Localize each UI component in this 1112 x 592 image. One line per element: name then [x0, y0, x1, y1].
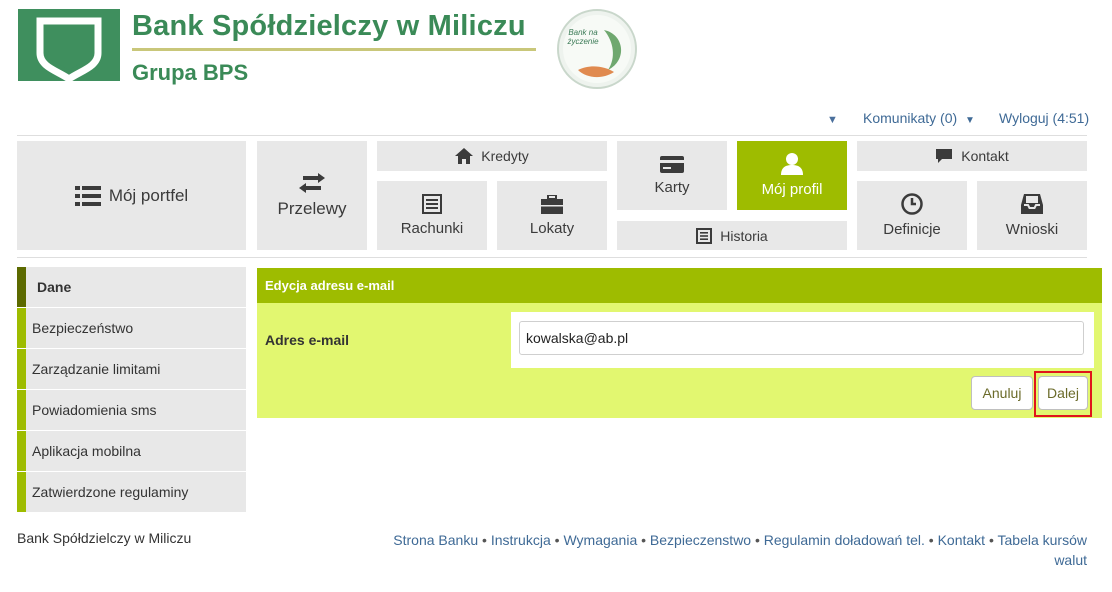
nav-transfers-label: Przelewy: [277, 198, 347, 218]
nav-my-portfolio[interactable]: Mój portfel: [17, 141, 246, 250]
inbox-icon: [1021, 194, 1043, 214]
footer-link-exchange-rates[interactable]: Tabela kursów walut: [998, 532, 1088, 568]
messages-label: Komunikaty (0): [863, 110, 958, 126]
sidebar-item-limits[interactable]: Zarządzanie limitami: [17, 349, 246, 389]
list-icon: [74, 185, 101, 206]
sidebar-item-label: Zatwierdzone regulaminy: [32, 484, 189, 500]
document-list-icon: [422, 194, 442, 214]
messages-link[interactable]: Komunikaty (0) ▼: [863, 110, 975, 126]
nav-divider: [17, 257, 1087, 258]
nav-accounts-label: Rachunki: [400, 220, 464, 237]
nav-transfers[interactable]: Przelewy: [257, 141, 367, 250]
nav-credits[interactable]: Kredyty: [377, 141, 607, 171]
cancel-button[interactable]: Anuluj: [971, 376, 1033, 410]
next-button-highlight: [1034, 371, 1092, 417]
sidebar-item-accepted-terms[interactable]: Zatwierdzone regulaminy: [17, 472, 246, 512]
footer-link-topup-terms[interactable]: Regulamin doładowań tel.: [764, 532, 925, 548]
sidebar-item-security[interactable]: Bezpieczeństwo: [17, 308, 246, 348]
nav-definitions-label: Definicje: [883, 221, 941, 238]
footer-link-security[interactable]: Bezpieczenstwo: [650, 532, 751, 548]
nav-my-portfolio-label: Mój portfel: [108, 185, 189, 205]
logout-link[interactable]: Wyloguj (4:51): [999, 110, 1089, 126]
footer-links: Strona Banku • Instrukcja • Wymagania • …: [393, 532, 1088, 568]
nav-my-profile-label: Mój profil: [761, 181, 823, 198]
sidebar-item-label: Zarządzanie limitami: [32, 361, 161, 377]
logo-divider: [132, 48, 536, 51]
document-list-icon: [696, 227, 713, 244]
nav-history-label: Historia: [720, 227, 768, 244]
sidebar-item-mobile-app[interactable]: Aplikacja mobilna: [17, 431, 246, 471]
messages-chevron-icon: ▼: [965, 115, 975, 126]
bank-name: Bank Spółdzielczy w Miliczu: [132, 10, 526, 42]
nav-applications-label: Wnioski: [1005, 221, 1059, 238]
transfer-arrows-icon: [299, 172, 325, 193]
bank-badge-text: Bank na życzenie: [567, 28, 599, 46]
home-icon: [455, 148, 474, 164]
sidebar-item-sms-notifications[interactable]: Powiadomienia sms: [17, 390, 246, 430]
bank-badge-icon: [557, 9, 637, 89]
sidebar-item-label: Bezpieczeństwo: [32, 320, 134, 336]
bank-logo-mark: [36, 17, 102, 84]
user-icon: [781, 153, 803, 175]
bank-group: Grupa BPS: [132, 60, 249, 85]
bank-logo: [18, 9, 120, 84]
footer-link-contact[interactable]: Kontakt: [938, 532, 985, 548]
footer-link-requirements[interactable]: Wymagania: [563, 532, 637, 548]
sidebar-item-label: Aplikacja mobilna: [32, 443, 141, 459]
nav-accounts[interactable]: Rachunki: [377, 181, 487, 250]
nav-deposits-label: Lokaty: [529, 219, 575, 237]
email-label: Adres e-mail: [265, 332, 350, 348]
email-input[interactable]: [519, 321, 1084, 355]
form-title: Edycja adresu e-mail: [257, 268, 1102, 303]
clock-icon: [901, 193, 923, 215]
footer-link-bank-site[interactable]: Strona Banku: [393, 532, 478, 548]
footer-bank-name: Bank Spółdzielczy w Miliczu: [17, 530, 192, 546]
bank-badge: [556, 8, 638, 90]
nav-credits-label: Kredyty: [481, 148, 529, 164]
nav-history[interactable]: Historia: [617, 221, 847, 250]
nav-applications[interactable]: Wnioski: [977, 181, 1087, 250]
sidebar-item-label: Powiadomienia sms: [32, 402, 157, 418]
sidebar-item-label: Dane: [37, 279, 72, 295]
nav-contact[interactable]: Kontakt: [857, 141, 1087, 171]
footer-link-manual[interactable]: Instrukcja: [491, 532, 551, 548]
nav-cards[interactable]: Karty: [617, 141, 727, 210]
credit-card-icon: [660, 155, 684, 173]
user-menu-chevron-icon[interactable]: ▼: [827, 114, 838, 126]
nav-definitions[interactable]: Definicje: [857, 181, 967, 250]
nav-my-profile[interactable]: Mój profil: [737, 141, 847, 210]
briefcase-icon: [541, 194, 563, 214]
sidebar-item-data[interactable]: Dane: [17, 267, 246, 307]
nav-contact-label: Kontakt: [961, 148, 1009, 164]
header-divider: [17, 135, 1087, 136]
chat-icon: [936, 149, 953, 163]
nav-cards-label: Karty: [654, 178, 690, 196]
nav-deposits[interactable]: Lokaty: [497, 181, 607, 250]
